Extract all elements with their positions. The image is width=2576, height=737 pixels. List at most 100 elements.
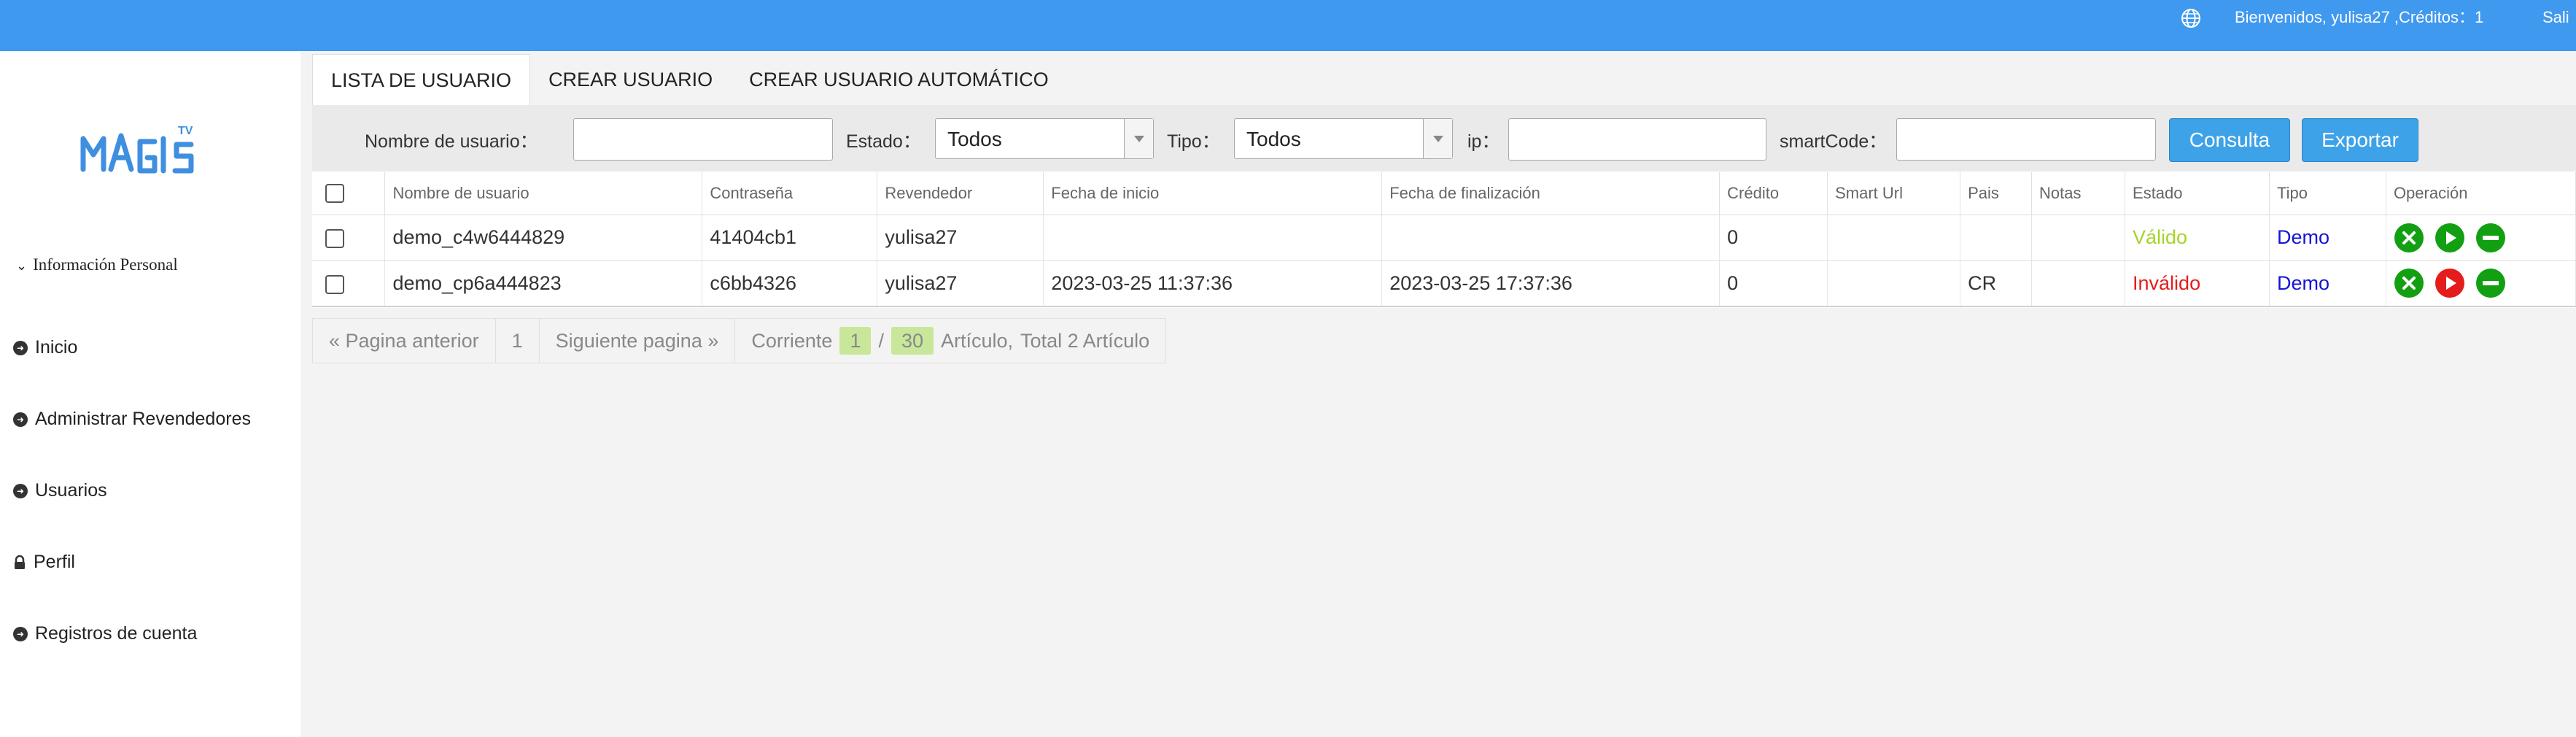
globe-icon[interactable] — [2179, 7, 2203, 30]
disable-icon[interactable] — [2475, 268, 2506, 298]
section-personal-info[interactable]: ⌄ Información Personal — [16, 255, 178, 274]
column-header[interactable]: Estado — [2125, 172, 2270, 215]
tab-bar: LISTA DE USUARIO CREAR USUARIO CREAR USU… — [312, 54, 1067, 105]
sidebar-item-label: Registros de cuenta — [35, 623, 198, 644]
row-actions — [2394, 268, 2575, 298]
tab-crear-usuario[interactable]: CREAR USUARIO — [530, 54, 731, 105]
row-actions — [2394, 223, 2575, 253]
column-header: Operación — [2386, 172, 2576, 215]
cell-type: Demo — [2269, 261, 2386, 307]
users-table: Nombre de usuario Contraseña Revendedor … — [312, 172, 2576, 308]
ip-filter-input[interactable] — [1508, 118, 1766, 161]
chevron-down-icon — [1124, 119, 1153, 158]
column-header[interactable]: Contraseña — [702, 172, 878, 215]
articulo-label: Artículo, — [941, 330, 1014, 352]
column-header[interactable]: Fecha de finalización — [1381, 172, 1720, 215]
cell-smart-url — [1827, 215, 1961, 261]
ip-filter-label: ip： — [1467, 131, 1500, 152]
delete-icon[interactable] — [2394, 268, 2424, 298]
arrow-circle-icon: ➜ — [13, 340, 28, 355]
pagination-info: Corriente 1 / 30 Artículo, Total 2 Artíc… — [735, 319, 1165, 363]
table-header-row: Nombre de usuario Contraseña Revendedor … — [312, 172, 2576, 215]
column-header[interactable]: Nombre de usuario — [384, 172, 703, 215]
per-page-badge: 30 — [891, 327, 934, 355]
cell-username: demo_c4w6444829 — [384, 215, 703, 261]
cell-username: demo_cp6a444823 — [384, 261, 703, 307]
tab-lista-usuario[interactable]: LISTA DE USUARIO — [312, 54, 531, 105]
chevron-down-icon — [1423, 119, 1452, 158]
disable-icon[interactable] — [2475, 223, 2506, 253]
page-separator: / — [878, 330, 884, 352]
smartcode-filter-label: smartCode： — [1780, 131, 1888, 152]
svg-text:TV: TV — [178, 125, 193, 137]
total-label: Total 2 Artículo — [1020, 330, 1150, 352]
prev-page-button[interactable]: « Pagina anterior — [313, 319, 496, 363]
exportar-button[interactable]: Exportar — [2302, 118, 2418, 162]
select-all-checkbox[interactable] — [325, 184, 344, 204]
current-page-badge: 1 — [839, 327, 872, 355]
tab-crear-usuario-automatico[interactable]: CREAR USUARIO AUTOMÁTICO — [731, 54, 1067, 105]
tipo-filter-label: Tipo： — [1167, 131, 1220, 152]
sidebar-item-label: Usuarios — [35, 480, 107, 501]
page-number[interactable]: 1 — [496, 319, 540, 363]
sidebar-item-perfil[interactable]: Perfil — [13, 552, 75, 573]
cell-smart-url — [1827, 261, 1961, 307]
column-header[interactable]: Notas — [2031, 172, 2126, 215]
cell-status: Válido — [2125, 215, 2270, 261]
estado-select[interactable]: Todos — [935, 118, 1154, 159]
cell-start-date: 2023-03-25 11:37:36 — [1043, 261, 1383, 307]
column-header[interactable]: Revendedor — [877, 172, 1044, 215]
cell-end-date: 2023-03-25 17:37:36 — [1381, 261, 1720, 307]
column-header[interactable]: Fecha de inicio — [1043, 172, 1383, 215]
logout-link[interactable]: Sali — [2542, 7, 2569, 28]
play-icon[interactable] — [2435, 268, 2465, 298]
sidebar-item-inicio[interactable]: ➜ Inicio — [13, 337, 77, 358]
sidebar: TV ⌄ Información Personal ➜ Inicio ➜ Admi… — [0, 51, 300, 737]
cell-notes — [2031, 215, 2126, 261]
row-checkbox[interactable] — [325, 228, 344, 248]
username-filter-input[interactable] — [573, 118, 833, 161]
next-page-button[interactable]: Siguiente pagina » — [540, 319, 736, 363]
section-title-label: Información Personal — [33, 255, 178, 274]
username-filter-label: Nombre de usuario： — [365, 131, 538, 152]
sidebar-item-label: Administrar Revendedores — [35, 409, 251, 429]
column-header[interactable]: Pais — [1960, 172, 2033, 215]
sidebar-item-label: Perfil — [34, 552, 75, 572]
magis-tv-logo: TV — [80, 125, 194, 174]
tipo-select[interactable]: Todos — [1234, 118, 1453, 159]
arrow-circle-icon: ➜ — [13, 626, 28, 641]
arrow-circle-icon: ➜ — [13, 412, 28, 427]
cell-reseller: yulisa27 — [877, 261, 1044, 307]
delete-icon[interactable] — [2394, 223, 2424, 253]
cell-notes — [2031, 261, 2126, 307]
column-header[interactable]: Crédito — [1719, 172, 1828, 215]
cell-start-date — [1043, 215, 1383, 261]
sidebar-item-label: Inicio — [35, 337, 78, 358]
cell-credit: 0 — [1719, 215, 1828, 261]
cell-reseller: yulisa27 — [877, 215, 1044, 261]
column-header[interactable]: Smart Url — [1827, 172, 1961, 215]
sidebar-item-revendedores[interactable]: ➜ Administrar Revendedores — [13, 409, 251, 430]
smartcode-filter-input[interactable] — [1896, 118, 2156, 161]
estado-select-value: Todos — [947, 128, 1002, 150]
play-icon[interactable] — [2435, 223, 2465, 253]
column-header[interactable]: Tipo — [2269, 172, 2386, 215]
cell-status: Inválido — [2125, 261, 2270, 307]
pagination: « Pagina anterior 1 Siguiente pagina » C… — [312, 318, 1167, 363]
top-bar: Bienvenidos, yulisa27 ,Créditos：1 Sali — [0, 0, 2576, 51]
consulta-button[interactable]: Consulta — [2169, 118, 2290, 162]
cell-credit: 0 — [1719, 261, 1828, 307]
tipo-select-value: Todos — [1246, 128, 1301, 150]
lock-icon — [15, 555, 25, 569]
sidebar-item-usuarios[interactable]: ➜ Usuarios — [13, 480, 107, 501]
cell-password: 41404cb1 — [702, 215, 878, 261]
arrow-circle-icon: ➜ — [13, 483, 28, 498]
filter-bar: Nombre de usuario： Estado： Todos Tipo： T… — [312, 105, 2576, 171]
cell-password: c6bb4326 — [702, 261, 878, 307]
table-row: demo_cp6a444823 c6bb4326 yulisa27 2023-0… — [312, 261, 2576, 307]
row-checkbox[interactable] — [325, 274, 344, 294]
welcome-text: Bienvenidos, yulisa27 ,Créditos：1 — [2235, 8, 2484, 26]
cell-country: CR — [1960, 261, 2033, 307]
chevron-down-icon: ⌄ — [16, 258, 28, 274]
sidebar-item-registros[interactable]: ➜ Registros de cuenta — [13, 623, 197, 644]
